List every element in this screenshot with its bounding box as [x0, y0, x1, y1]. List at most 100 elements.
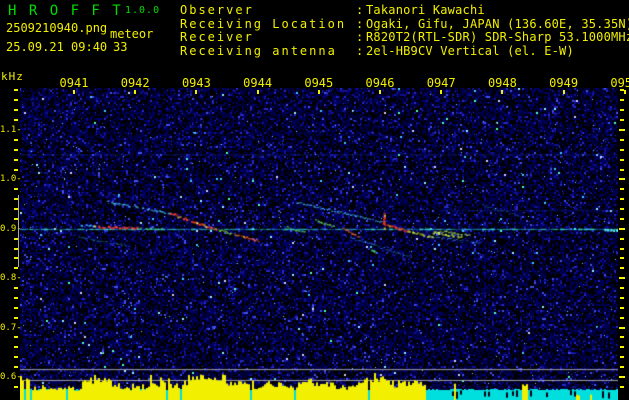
freq-minor-tick-right: [620, 356, 624, 359]
minute-tick: [317, 90, 320, 94]
minute-tick: [623, 90, 626, 94]
time-label: 0945: [304, 76, 334, 90]
freq-minor-tick-right: [620, 109, 624, 112]
info-label: Observer: [180, 3, 254, 17]
time-label: 0943: [181, 76, 211, 90]
mode-label: meteor: [110, 27, 154, 41]
minute-tick: [195, 90, 198, 94]
freq-minor-tick-right: [620, 237, 624, 240]
freq-major-tick-right: [619, 129, 625, 131]
freq-minor-tick-right: [620, 306, 624, 309]
freq-minor-tick-right: [620, 168, 624, 171]
freq-major-tick-right: [619, 326, 625, 329]
info-value: Ogaki, Gifu, JAPAN (136.60E, 35.35N): [366, 16, 629, 31]
hrofft-window: H R O F F T 1.0.0 2509210940.png meteor …: [0, 0, 629, 400]
freq-label: 0.8-: [0, 273, 22, 284]
freq-minor-tick-left: [14, 158, 18, 161]
time-label: 0949: [549, 76, 579, 90]
freq-major-tick-right: [619, 227, 625, 230]
time-label: 0946: [365, 76, 395, 90]
info-row-observer: Observer: Takanori Kawachi: [180, 3, 629, 18]
freq-minor-tick-left: [14, 109, 18, 112]
info-label: Receiving antenna: [180, 43, 337, 58]
minute-tick: [501, 90, 504, 94]
freq-minor-tick-right: [620, 188, 624, 191]
info-row-antenna: Receiving antenna:2el-HB9CV Vertical (el…: [180, 43, 629, 59]
freq-minor-tick-right: [620, 217, 624, 220]
datetime-label: 25.09.21 09:40: [6, 40, 108, 54]
time-label: 0941: [59, 76, 89, 90]
minute-tick: [256, 90, 259, 94]
time-label: 0948: [487, 76, 517, 90]
freq-minor-tick-right: [620, 267, 624, 270]
freq-minor-tick-right: [620, 119, 624, 122]
freq-minor-tick-left: [14, 89, 18, 92]
info-value: 2el-HB9CV Vertical (el. E-W): [366, 43, 574, 58]
freq-minor-tick-right: [620, 346, 624, 349]
freq-major-tick-right: [619, 376, 625, 378]
freq-minor-tick-right: [620, 336, 624, 339]
freq-label: 0.6-: [0, 372, 22, 382]
freq-minor-tick-right: [620, 208, 624, 211]
freq-minor-tick-left: [14, 366, 18, 369]
time-label: 0950: [610, 76, 629, 90]
freq-minor-tick-left: [14, 99, 18, 102]
freq-minor-tick-left: [14, 316, 18, 319]
freq-minor-tick-right: [620, 198, 624, 201]
freq-minor-tick-left: [14, 148, 18, 151]
info-value: Takanori Kawachi: [366, 3, 485, 17]
freq-minor-tick-right: [620, 158, 624, 161]
freq-label: 1.0-: [0, 174, 22, 185]
info-separator: :: [356, 16, 364, 31]
freq-major-tick-right: [619, 277, 625, 280]
freq-label: 1.1-: [0, 125, 22, 135]
freq-label: 0.7-: [0, 322, 22, 333]
freq-minor-tick-right: [620, 287, 624, 290]
info-label: Receiver: [180, 30, 254, 45]
freq-minor-tick-right: [620, 89, 624, 92]
freq-minor-tick-left: [14, 346, 18, 349]
info-row-receiver: Receiver: R820T2(RTL-SDR) SDR-Sharp 53.10…: [180, 31, 629, 45]
info-value: R820T2(RTL-SDR) SDR-Sharp 53.1000MHz: [366, 30, 629, 45]
freq-minor-tick-left: [14, 188, 18, 191]
freq-minor-tick-right: [620, 247, 624, 250]
station-info: Observer: Takanori Kawachi Receiving Loca…: [180, 3, 629, 59]
freq-minor-tick-left: [14, 296, 18, 299]
freq-minor-tick-left: [14, 356, 18, 359]
minute-tick: [440, 90, 443, 94]
minute-tick: [562, 90, 565, 94]
app-version: 1.0.0: [125, 5, 161, 16]
freq-minor-tick-left: [14, 119, 18, 122]
app-title: H R O F F T: [8, 3, 123, 19]
spectrogram-canvas: [20, 88, 618, 400]
meteor-count: 33: [113, 40, 128, 54]
info-separator: :: [356, 3, 364, 17]
freq-minor-tick-left: [14, 385, 18, 388]
info-label: Receiving Location: [180, 16, 347, 31]
time-label: 0947: [426, 76, 456, 90]
freq-major-tick-right: [619, 178, 625, 181]
time-label: 0942: [120, 76, 150, 90]
y-axis-unit: kHz: [1, 70, 24, 83]
freq-minor-tick-left: [14, 168, 18, 171]
freq-minor-tick-right: [620, 366, 624, 369]
minute-tick: [379, 90, 381, 94]
band-marker-line: [18, 195, 19, 267]
info-separator: :: [356, 30, 364, 45]
freq-minor-tick-right: [620, 257, 624, 260]
freq-minor-tick-right: [620, 99, 624, 102]
freq-minor-tick-left: [14, 306, 18, 309]
freq-minor-tick-right: [620, 316, 624, 319]
freq-minor-tick-right: [620, 138, 624, 141]
freq-minor-tick-left: [14, 287, 18, 290]
freq-minor-tick-left: [14, 138, 18, 141]
freq-minor-tick-left: [14, 267, 18, 270]
minute-tick: [134, 90, 137, 94]
freq-minor-tick-left: [14, 336, 18, 339]
minute-tick: [73, 90, 75, 94]
info-row-location: Receiving Location: Ogaki, Gifu, JAPAN (1…: [180, 16, 629, 32]
freq-minor-tick-right: [620, 296, 624, 299]
freq-minor-tick-right: [620, 385, 624, 388]
output-filename: 2509210940.png: [6, 21, 108, 35]
time-label: 0944: [243, 76, 273, 90]
